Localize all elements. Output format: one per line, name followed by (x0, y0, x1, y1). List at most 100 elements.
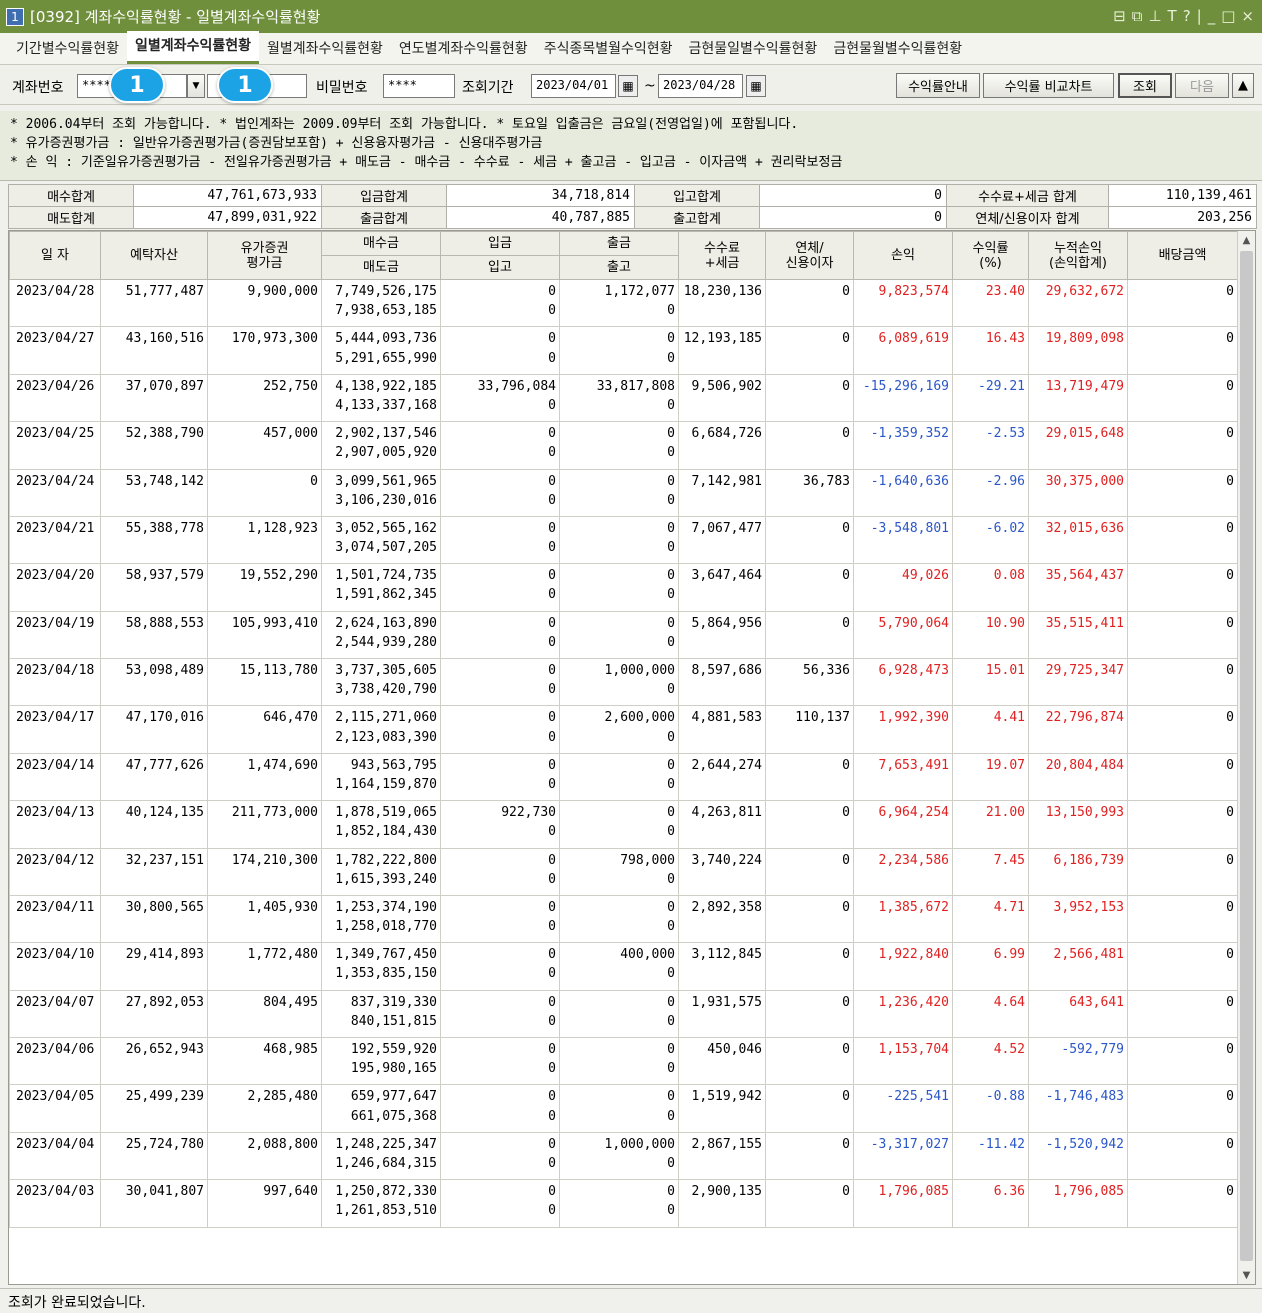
col-securities[interactable]: 유가증권 평가금 (207, 231, 322, 280)
tab-stock-monthly-return[interactable]: 주식종목별월수익현황 (536, 38, 681, 64)
cell-rate: -0.88 (952, 1084, 1029, 1133)
tab-gold-daily-return[interactable]: 금현물일별수익률현황 (681, 38, 826, 64)
col-dividend[interactable]: 배당금액 (1127, 231, 1238, 280)
col-fee[interactable]: 수수료 +세금 (678, 231, 766, 280)
table-row[interactable]: 2023/04/24 53,748,142 0 3,099,561,965 0 0 7,14… (9, 469, 1238, 517)
cell-fee: 3,112,845 (678, 942, 766, 991)
cell-rate: -29.21 (952, 374, 1029, 423)
table-row[interactable]: 2023/04/19 58,888,553 105,993,410 2,624,163… (9, 611, 1238, 660)
compare-chart-button[interactable]: 수익률 비교차트 (983, 73, 1114, 98)
scroll-up-icon[interactable]: ▲ (1238, 231, 1255, 249)
restore-icon[interactable]: ⧉ (1132, 7, 1143, 25)
cell-buy: 5,444,093,736 (321, 326, 441, 351)
table-row[interactable]: 2023/04/25 52,388,790 457,000 2,902,137,546… (9, 421, 1238, 470)
cell-dividend: 0 (1127, 942, 1238, 991)
tab-daily-account-return[interactable]: 일별계좌수익률현황 (127, 31, 259, 64)
cell-pnl: 2,234,586 (853, 848, 953, 896)
start-date-input[interactable]: 2023/04/01 (531, 74, 616, 98)
tab-monthly-account-return[interactable]: 월별계좌수익률현황 (259, 38, 391, 64)
cell-dividend: 0 (1127, 611, 1238, 660)
table-row[interactable]: 2023/04/18 53,098,489 15,113,780 3,737,305,… (9, 658, 1238, 707)
table-row[interactable]: 2023/04/10 29,414,893 1,772,480 1,349,767,4… (9, 942, 1238, 991)
cell-rate: 10.90 (952, 611, 1029, 660)
col-out-cash[interactable]: 출금 (559, 231, 679, 256)
cell-sell: 1,353,835,150 (321, 966, 441, 991)
cell-out-cash: 0 (559, 1037, 679, 1062)
col-pnl[interactable]: 손익 (853, 231, 953, 280)
table-row[interactable]: 2023/04/17 47,170,016 646,470 2,115,271,060… (9, 705, 1238, 754)
font-icon[interactable]: T (1168, 7, 1177, 25)
col-date[interactable]: 일 자 (9, 231, 101, 280)
cell-in-stock: 0 (440, 1061, 560, 1086)
cell-out-stock: 0 (559, 966, 679, 991)
cell-deposit: 53,098,489 (100, 658, 208, 707)
col-rate[interactable]: 수익률 (%) (952, 231, 1029, 280)
daily-return-grid[interactable]: 일 자 예탁자산 유가증권 평가금 매수금 입금 출금 수수료 +세금 연체/ … (8, 230, 1256, 1285)
close-icon[interactable]: × (1241, 7, 1254, 25)
cell-pnl: 6,089,619 (853, 326, 953, 375)
calendar-icon[interactable]: ▦ (618, 75, 638, 97)
cell-interest: 0 (765, 848, 854, 896)
help-icon[interactable]: ? (1183, 7, 1191, 25)
cell-buy: 3,737,305,605 (321, 658, 441, 683)
vertical-scrollbar[interactable]: ▲ ▼ (1237, 231, 1255, 1284)
password-input[interactable]: **** (383, 74, 455, 98)
table-row[interactable]: 2023/04/12 32,237,151 174,210,300 1,782,222… (9, 848, 1238, 896)
table-row[interactable]: 2023/04/26 37,070,897 252,750 4,138,922,185… (9, 374, 1238, 423)
cell-interest: 0 (765, 800, 854, 849)
cell-cum-pnl: 30,375,000 (1028, 469, 1128, 517)
stock-in-total-label: 입고합계 (634, 184, 760, 207)
tab-yearly-account-return[interactable]: 연도별계좌수익률현황 (391, 38, 536, 64)
table-row[interactable]: 2023/04/14 47,777,626 1,474,690 943,563,795… (9, 753, 1238, 802)
cell-cum-pnl: 20,804,484 (1028, 753, 1128, 802)
cell-securities: 105,993,410 (207, 611, 322, 660)
col-interest[interactable]: 연체/ 신용이자 (765, 231, 854, 280)
scroll-down-icon[interactable]: ▼ (1238, 1266, 1255, 1284)
table-row[interactable]: 2023/04/21 55,388,778 1,128,923 3,052,565,1… (9, 516, 1238, 565)
col-sell[interactable]: 매도금 (321, 255, 441, 280)
table-row[interactable]: 2023/04/04 25,724,780 2,088,800 1,248,225,3… (9, 1132, 1238, 1181)
table-row[interactable]: 2023/04/28 51,777,487 9,900,000 7,749,526,1… (9, 279, 1238, 328)
table-row[interactable]: 2023/04/05 25,499,239 2,285,480 659,977,647… (9, 1084, 1238, 1133)
maximize-icon[interactable]: □ (1221, 7, 1235, 25)
cell-cum-pnl: 6,186,739 (1028, 848, 1128, 896)
col-buy[interactable]: 매수금 (321, 231, 441, 256)
collapse-button[interactable]: ▲ (1232, 73, 1254, 98)
table-row[interactable]: 2023/04/06 26,652,943 468,985 192,559,920 0 0… (9, 1037, 1238, 1086)
scroll-thumb[interactable] (1240, 251, 1253, 1261)
minimize-icon[interactable]: _ (1208, 7, 1216, 25)
cell-date: 2023/04/27 (9, 326, 101, 375)
cell-pnl: -3,548,801 (853, 516, 953, 565)
table-row[interactable]: 2023/04/13 40,124,135 211,773,000 1,878,519… (9, 800, 1238, 849)
pin-icon[interactable]: ⊥ (1148, 7, 1161, 25)
account-dropdown-icon[interactable]: ▼ (187, 74, 205, 98)
cell-in-stock: 0 (440, 871, 560, 896)
cell-dividend: 0 (1127, 516, 1238, 565)
cell-fee: 9,506,902 (678, 374, 766, 423)
table-row[interactable]: 2023/04/20 58,937,579 19,552,290 1,501,724,… (9, 563, 1238, 612)
next-button[interactable]: 다음 (1175, 73, 1229, 98)
annotation-badge: 1 (217, 67, 273, 103)
col-in-stock[interactable]: 입고 (440, 255, 560, 280)
cell-cum-pnl: 1,796,085 (1028, 1179, 1128, 1228)
table-row[interactable]: 2023/04/11 30,800,565 1,405,930 1,253,374,1… (9, 895, 1238, 944)
calendar-icon[interactable]: ▦ (746, 75, 766, 97)
cell-deposit: 52,388,790 (100, 421, 208, 470)
table-row[interactable]: 2023/04/03 30,041,807 997,640 1,250,872,330… (9, 1179, 1238, 1228)
withdraw-total-value: 40,787,885 (446, 206, 635, 229)
col-in-cash[interactable]: 입금 (440, 231, 560, 256)
grid-table: 일 자 예탁자산 유가증권 평가금 매수금 입금 출금 수수료 +세금 연체/ … (9, 231, 1238, 1228)
summary-row: 매도합계 47,899,031,922 출금합계 40,787,885 출고합계… (8, 206, 1257, 229)
end-date-input[interactable]: 2023/04/28 (658, 74, 743, 98)
table-row[interactable]: 2023/04/27 43,160,516 170,973,300 5,444,093… (9, 326, 1238, 375)
return-guide-button[interactable]: 수익률안내 (896, 73, 980, 98)
search-button[interactable]: 조회 (1118, 73, 1172, 98)
table-row[interactable]: 2023/04/07 27,892,053 804,495 837,319,330 0 0… (9, 990, 1238, 1039)
col-deposit[interactable]: 예탁자산 (100, 231, 208, 280)
tab-period-return[interactable]: 기간별수익률현황 (8, 38, 127, 64)
col-cum-pnl[interactable]: 누적손익 (손익합계) (1028, 231, 1128, 280)
layout-icon[interactable]: ⊟ (1113, 7, 1126, 25)
tab-gold-monthly-return[interactable]: 금현물월별수익률현황 (825, 38, 970, 64)
col-out-stock[interactable]: 출고 (559, 255, 679, 280)
cell-pnl: 5,790,064 (853, 611, 953, 660)
